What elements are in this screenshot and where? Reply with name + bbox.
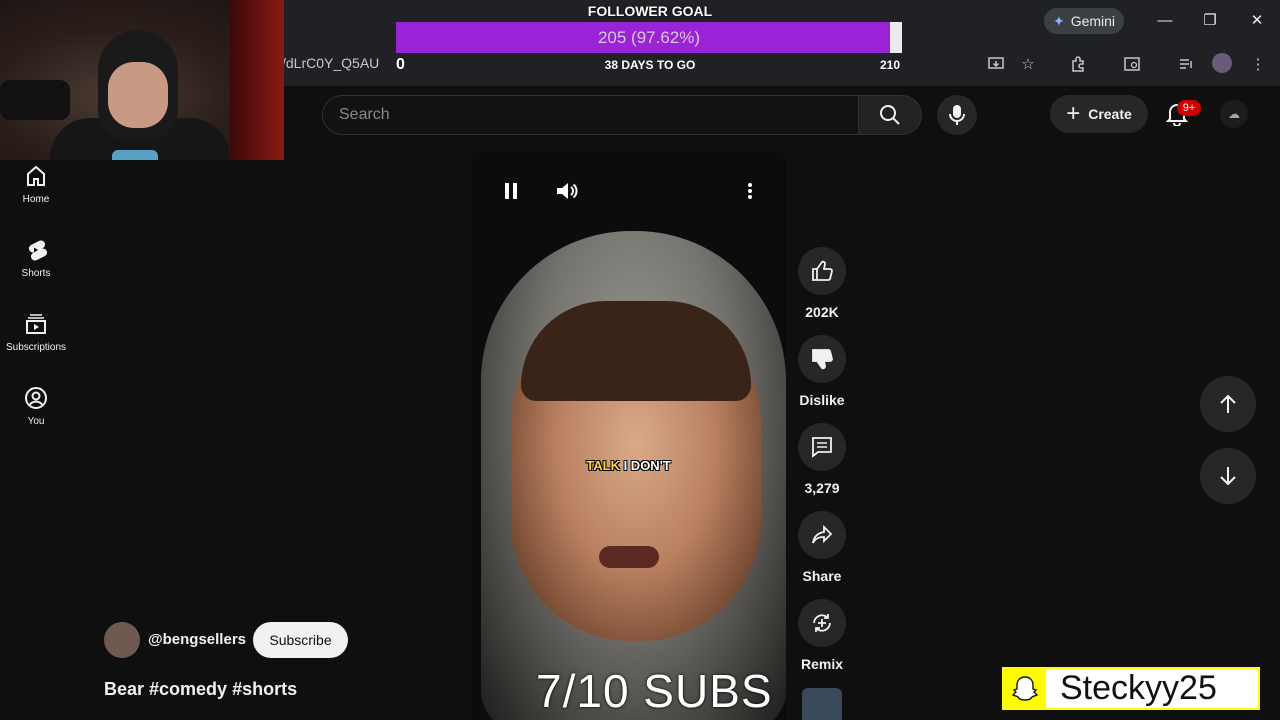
dislike-action[interactable]: Dislike <box>796 335 848 408</box>
notification-badge: 9+ <box>1177 100 1201 116</box>
goal-title: FOLLOWER GOAL <box>587 3 713 19</box>
sidebar-label-shorts: Shorts <box>21 268 51 279</box>
restore-button[interactable]: ❐ <box>1196 8 1224 32</box>
share-icon <box>812 524 833 544</box>
channel-avatar[interactable] <box>104 622 140 658</box>
you-icon <box>25 387 47 409</box>
comments-action[interactable]: 3,279 <box>796 423 848 496</box>
sidebar-item-you[interactable]: You <box>0 386 72 427</box>
like-action[interactable]: 202K <box>796 247 848 320</box>
close-window-button[interactable]: ✕ <box>1243 8 1271 32</box>
video-caption: TALK I DON'T <box>471 458 786 473</box>
next-video-button[interactable] <box>1200 448 1256 504</box>
subscriptions-icon <box>26 314 46 334</box>
extensions-icon[interactable] <box>1066 52 1090 76</box>
streamer-webcam <box>0 0 284 160</box>
sidebar-item-home[interactable]: Home <box>0 164 72 205</box>
caption-highlight: TALK <box>586 458 620 473</box>
thumbs-up-icon <box>812 260 833 281</box>
create-label: Create <box>1088 106 1132 122</box>
microphone <box>0 80 70 120</box>
browser-menu-icon[interactable]: ⋮ <box>1246 52 1270 76</box>
gemini-label: Gemini <box>1070 13 1116 29</box>
arrow-up-icon <box>1220 394 1236 413</box>
gemini-icon: ✦ <box>1052 12 1065 29</box>
sidebar-label-home: Home <box>22 194 50 205</box>
comment-count: 3,279 <box>804 480 840 496</box>
voice-search-button[interactable] <box>937 95 977 135</box>
remix-button[interactable] <box>798 599 846 647</box>
sidebar-item-shorts[interactable]: Shorts <box>0 238 72 279</box>
video-title[interactable]: Bear #comedy #shorts <box>104 679 297 700</box>
remix-icon <box>813 614 831 632</box>
channel-handle[interactable]: @bengsellers <box>148 631 246 648</box>
subs-overlay-text: 7/10 SUBS <box>536 665 773 717</box>
follower-goal-widget: FOLLOWER GOAL 205 (97.62%) 0 38 DAYS TO … <box>390 0 910 84</box>
goal-value: 205 (97.62%) <box>597 28 701 47</box>
pause-button[interactable] <box>499 179 523 203</box>
create-button[interactable]: + Create <box>1050 95 1148 133</box>
install-app-icon[interactable] <box>984 52 1008 76</box>
arrow-down-icon <box>1220 467 1236 486</box>
goal-max: 210 <box>880 58 901 72</box>
dislike-button[interactable] <box>798 335 846 383</box>
snapchat-username: Steckyy25 <box>1060 669 1217 707</box>
webcam-logo <box>112 150 158 160</box>
like-button[interactable] <box>798 247 846 295</box>
pause-icon <box>505 183 517 199</box>
plus-icon: + <box>1066 100 1081 127</box>
caption-rest: I DON'T <box>619 458 671 473</box>
dislike-label: Dislike <box>799 392 845 408</box>
more-vertical-icon <box>748 183 752 199</box>
video-more-button[interactable] <box>738 179 762 203</box>
audio-source-thumbnail[interactable] <box>802 688 842 720</box>
tab-search-icon[interactable] <box>1120 52 1144 76</box>
bookmark-star-icon[interactable]: ☆ <box>1016 52 1040 76</box>
gemini-button[interactable]: ✦ Gemini <box>1044 8 1124 34</box>
remix-label: Remix <box>800 656 844 672</box>
volume-button[interactable] <box>555 179 579 203</box>
sidebar-item-subscriptions[interactable]: Subscriptions <box>0 312 72 353</box>
search-input[interactable]: Search <box>322 95 860 135</box>
like-count: 202K <box>805 304 839 320</box>
goal-days-remaining: 38 DAYS TO GO <box>604 58 696 72</box>
microphone-icon <box>949 105 965 125</box>
share-button[interactable] <box>798 511 846 559</box>
volume-icon <box>557 183 578 199</box>
home-icon <box>27 165 45 186</box>
subscribe-button[interactable]: Subscribe <box>253 622 348 658</box>
search-placeholder: Search <box>339 106 390 123</box>
previous-video-button[interactable] <box>1200 376 1256 432</box>
shorts-icon <box>28 240 48 261</box>
shorts-video-player[interactable]: TALK I DON'T <box>471 151 786 720</box>
snapchat-ghost-icon <box>1004 667 1046 710</box>
remix-action[interactable]: Remix <box>796 599 848 672</box>
media-controls-icon[interactable] <box>1174 52 1198 76</box>
search-icon <box>880 105 900 125</box>
snapchat-badge: Steckyy25 <box>1002 667 1260 710</box>
comments-button[interactable] <box>798 423 846 471</box>
browser-profile-avatar[interactable] <box>1212 53 1232 73</box>
thumbs-down-icon <box>812 349 833 370</box>
account-avatar[interactable]: ☁ <box>1220 100 1248 128</box>
share-action[interactable]: Share <box>796 511 848 584</box>
search-button[interactable] <box>858 95 922 135</box>
screen: { "browser": { "url_fragment": "/dLrC0Y_… <box>0 0 1280 720</box>
goal-progress-track: 205 (97.62%) <box>396 22 902 53</box>
minimize-button[interactable]: — <box>1151 8 1179 32</box>
address-bar-url[interactable]: /dLrC0Y_Q5AU <box>282 55 379 71</box>
share-label: Share <box>802 568 842 584</box>
comment-icon <box>812 437 832 458</box>
sidebar-label-subscriptions: Subscriptions <box>5 342 67 353</box>
sidebar-label-you: You <box>27 416 45 427</box>
